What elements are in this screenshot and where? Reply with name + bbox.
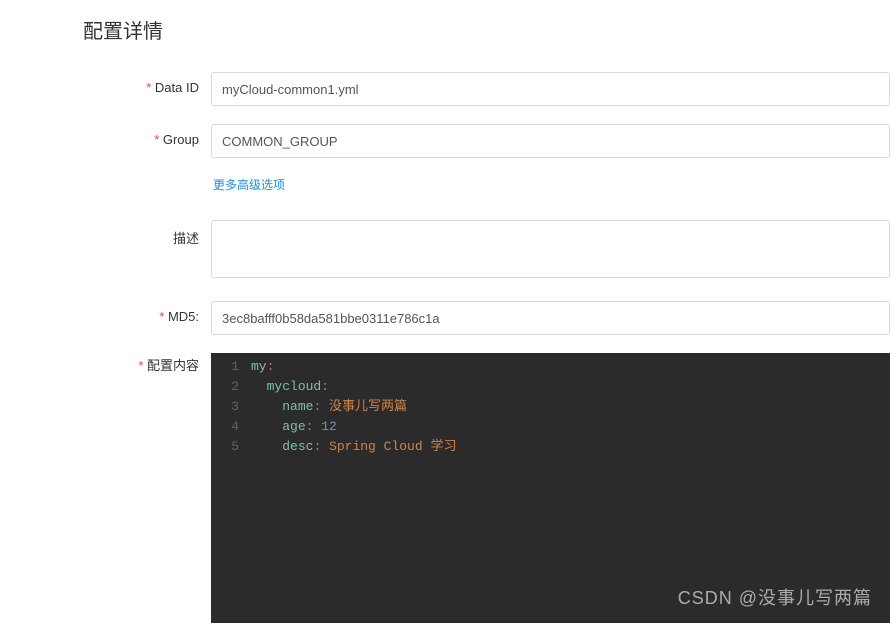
content-label: 配置内容 <box>83 353 211 374</box>
data-id-label: Data ID <box>83 72 211 95</box>
advanced-options-link[interactable]: 更多高级选项 <box>213 178 285 192</box>
description-label: 描述 <box>83 220 211 247</box>
group-label: Group <box>83 124 211 147</box>
config-content-editor[interactable]: 1my:2 mycloud:3 name: 没事儿写两篇4 age: 125 d… <box>211 353 890 623</box>
md5-label: MD5: <box>83 301 211 324</box>
md5-input[interactable] <box>211 301 890 335</box>
code-line: 4 age: 12 <box>211 417 890 437</box>
code-line: 3 name: 没事儿写两篇 <box>211 397 890 417</box>
description-textarea[interactable] <box>211 220 890 278</box>
line-number: 1 <box>211 357 251 377</box>
line-content: age: 12 <box>251 417 890 437</box>
line-content: my: <box>251 357 890 377</box>
code-line: 2 mycloud: <box>211 377 890 397</box>
code-line: 5 desc: Spring Cloud 学习 <box>211 437 890 457</box>
page-title: 配置详情 <box>83 15 890 44</box>
line-content: name: 没事儿写两篇 <box>251 397 890 417</box>
line-number: 3 <box>211 397 251 417</box>
code-line: 1my: <box>211 357 890 377</box>
line-number: 4 <box>211 417 251 437</box>
line-content: desc: Spring Cloud 学习 <box>251 437 890 457</box>
data-id-input[interactable] <box>211 72 890 106</box>
line-content: mycloud: <box>251 377 890 397</box>
line-number: 5 <box>211 437 251 457</box>
group-input[interactable] <box>211 124 890 158</box>
line-number: 2 <box>211 377 251 397</box>
